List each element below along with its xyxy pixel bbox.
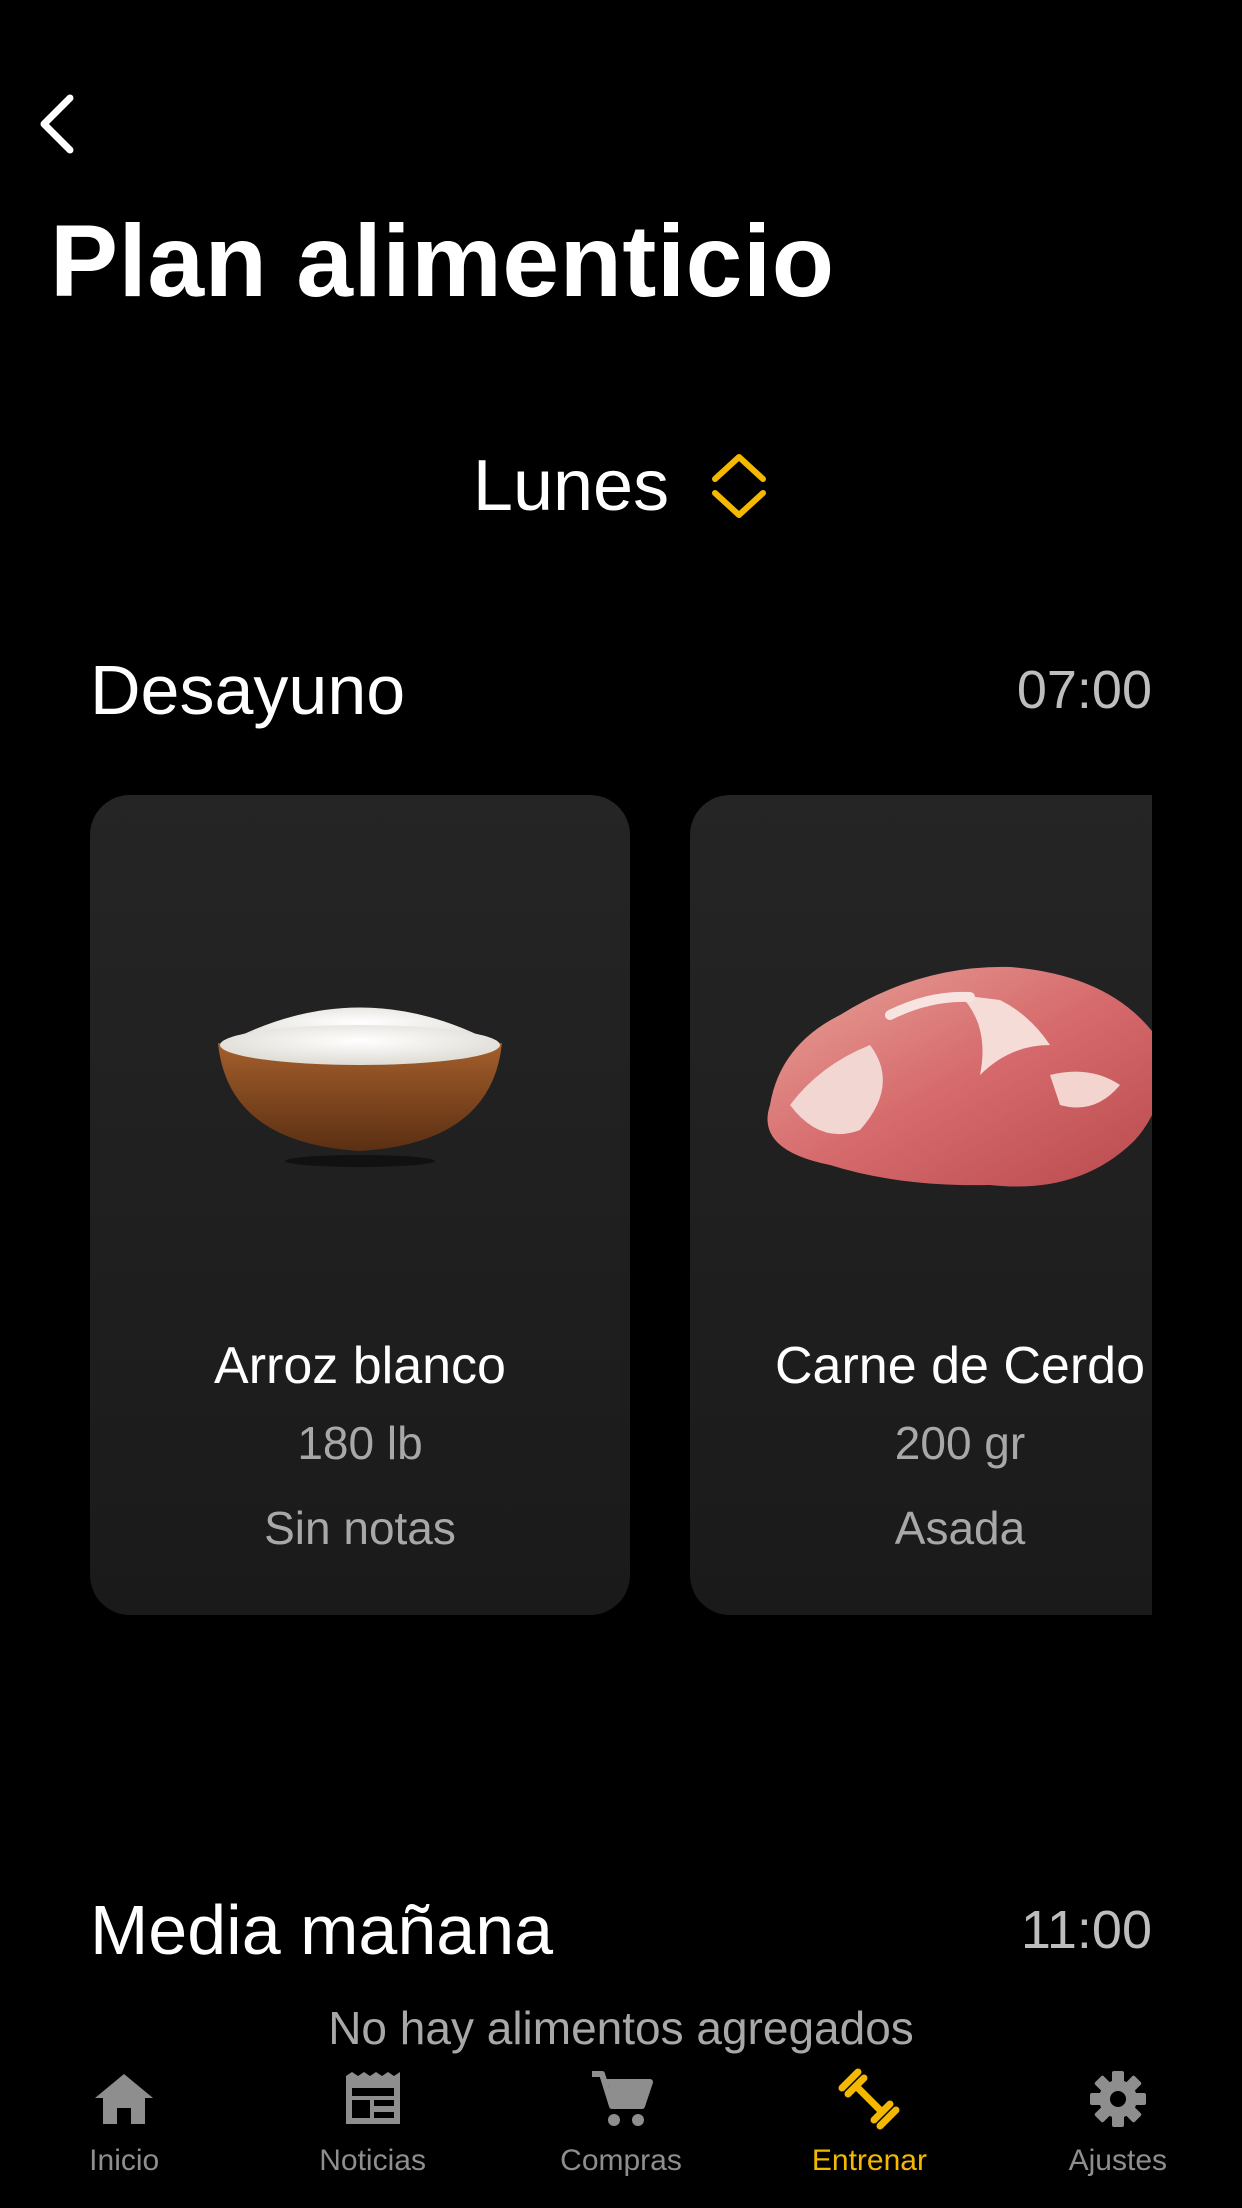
empty-meal-message: No hay alimentos agregados [328,2002,914,2054]
meal-name: Desayuno [90,651,406,729]
cart-icon [592,2071,654,2126]
food-quantity: 180 lb [297,1417,423,1469]
meal-header-media-manana: Media mañana 11:00 [90,1895,1152,1965]
day-label: Lunes [472,446,670,526]
tab-label: Noticias [319,2144,426,2177]
day-selector[interactable]: Lunes [0,440,1242,532]
tab-label: Entrenar [811,2144,927,2177]
meal-header-desayuno: Desayuno 07:00 [90,655,1152,725]
gear-icon [1089,2071,1146,2127]
meal-time: 07:00 [1016,660,1152,720]
food-name: Arroz blanco [214,1337,506,1395]
dumbbell-icon [838,2068,900,2130]
food-note: Sin notas [264,1502,456,1554]
rice-bowl-image [218,1007,502,1167]
tab-label: Compras [560,2144,682,2177]
meal-time: 11:00 [1020,1900,1152,1960]
pork-meat-image [767,966,1152,1187]
chevron-left-icon [40,94,74,154]
food-name: Carne de Cerdo [775,1337,1145,1395]
tab-compras[interactable]: Compras [497,2058,745,2208]
home-icon [95,2074,154,2124]
back-button[interactable] [36,92,80,156]
tab-entrenar[interactable]: Entrenar [745,2058,993,2208]
chevron-up-down-icon [712,454,767,518]
tab-ajustes[interactable]: Ajustes [994,2058,1242,2208]
tab-label: Ajustes [1068,2144,1168,2177]
food-card[interactable]: Carne de Cerdo 200 gr Asada [690,795,1152,1615]
meal-name: Media mañana [90,1891,554,1969]
food-carousel[interactable]: Arroz blanco 180 lb Sin notas Carne de C… [90,795,1152,1615]
food-quantity: 200 gr [894,1417,1026,1469]
tab-noticias[interactable]: Noticias [248,2058,496,2208]
page-title: Plan alimenticio [50,204,835,318]
food-note: Asada [894,1502,1026,1554]
food-card[interactable]: Arroz blanco 180 lb Sin notas [90,795,630,1615]
tab-label: Inicio [89,2144,160,2177]
tab-inicio[interactable]: Inicio [0,2058,248,2208]
tab-bar: Inicio Noticias Compras Entrenar Ajustes [0,2058,1242,2208]
newspaper-icon [345,2072,400,2124]
